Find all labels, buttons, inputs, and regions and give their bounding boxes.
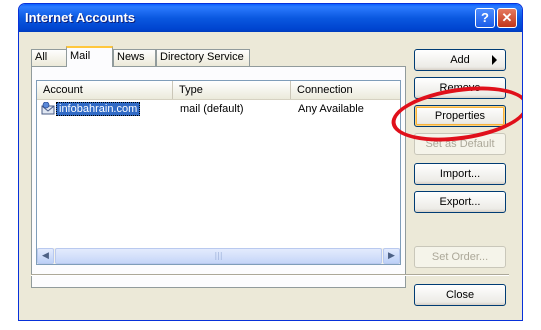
import-button[interactable]: Import... xyxy=(414,163,506,185)
dialog-title: Internet Accounts xyxy=(25,10,136,25)
close-button[interactable]: Close xyxy=(414,284,506,306)
account-name: infobahrain.com xyxy=(56,102,141,116)
scroll-right-icon[interactable]: ▶ xyxy=(383,248,400,264)
table-row[interactable]: infobahrain.com mail (default) Any Avail… xyxy=(38,101,399,117)
list-header: Account Type Connection xyxy=(37,81,400,100)
tab-directory-service[interactable]: Directory Service xyxy=(156,49,250,66)
horizontal-scrollbar[interactable]: ◀ ||| ▶ xyxy=(37,248,400,264)
set-order-button[interactable]: Set Order... xyxy=(414,246,506,268)
add-button[interactable]: Add xyxy=(414,49,506,71)
mail-account-icon xyxy=(41,101,57,118)
scroll-left-icon[interactable]: ◀ xyxy=(37,248,54,264)
title-bar[interactable]: Internet Accounts ? ✕ xyxy=(19,4,522,32)
add-button-label: Add xyxy=(450,54,470,66)
tab-mail[interactable]: Mail xyxy=(66,46,113,67)
column-header-type[interactable]: Type xyxy=(173,81,291,99)
divider xyxy=(31,274,509,276)
internet-accounts-dialog: Internet Accounts ? ✕ All Mail News Dire… xyxy=(18,3,523,321)
help-button[interactable]: ? xyxy=(475,8,495,28)
chevron-right-icon xyxy=(492,55,497,65)
tab-news[interactable]: News xyxy=(113,49,156,66)
scroll-thumb[interactable]: ||| xyxy=(55,248,382,264)
tab-all[interactable]: All xyxy=(31,49,67,66)
export-button[interactable]: Export... xyxy=(414,191,506,213)
account-connection: Any Available xyxy=(298,103,364,115)
account-cell: infobahrain.com xyxy=(56,101,141,117)
column-header-connection[interactable]: Connection xyxy=(291,81,400,99)
accounts-list[interactable]: Account Type Connection infobahrain.com … xyxy=(36,80,401,265)
tab-panel: Account Type Connection infobahrain.com … xyxy=(31,66,406,288)
close-window-button[interactable]: ✕ xyxy=(497,8,517,28)
column-header-account[interactable]: Account xyxy=(37,81,173,99)
account-type: mail (default) xyxy=(180,103,244,115)
